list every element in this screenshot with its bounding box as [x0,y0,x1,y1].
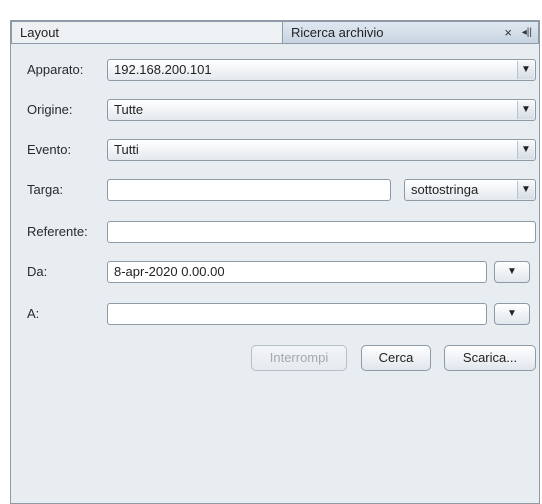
chevron-down-icon[interactable]: ▼ [517,101,534,119]
origine-combo[interactable]: Tutte ▼ [107,99,536,121]
evento-label: Evento: [27,142,72,157]
evento-value: Tutti [114,142,139,157]
chevron-down-icon[interactable]: ▼ [517,61,534,79]
scarica-button[interactable]: Scarica... [444,345,536,371]
apparato-combo[interactable]: 192.168.200.101 ▼ [107,59,536,81]
tab-layout-label: Layout [20,25,60,40]
targa-mode-value: sottostringa [411,182,479,197]
tab-layout[interactable]: Layout [11,21,283,44]
referente-label: Referente: [27,224,88,239]
a-label: A: [27,306,40,321]
tab-ricerca-label: Ricerca archivio [291,25,384,40]
a-input[interactable] [107,303,487,325]
targa-input[interactable] [107,179,391,201]
da-label: Da: [27,264,48,279]
origine-label: Origine: [27,102,73,117]
apparato-value: 192.168.200.101 [114,62,212,77]
tab-bar: Layout Ricerca archivio × ◂|| [11,21,539,45]
pin-icon[interactable]: ◂|| [522,22,532,44]
targa-mode-combo[interactable]: sottostringa ▼ [404,179,536,201]
referente-input[interactable] [107,221,536,243]
a-picker-button[interactable]: ▼ [494,303,530,325]
origine-value: Tutte [114,102,144,117]
tab-ricerca-archivio[interactable]: Ricerca archivio × ◂|| [282,21,539,44]
chevron-down-icon[interactable]: ▼ [517,181,534,199]
chevron-down-icon: ▼ [507,266,517,277]
chevron-down-icon: ▼ [507,308,517,319]
ricerca-archivio-panel: Layout Ricerca archivio × ◂|| Apparato: … [10,20,540,504]
close-icon[interactable]: × [504,22,512,44]
evento-combo[interactable]: Tutti ▼ [107,139,536,161]
da-picker-button[interactable]: ▼ [494,261,530,283]
apparato-label: Apparato: [27,62,84,77]
chevron-down-icon[interactable]: ▼ [517,141,534,159]
targa-label: Targa: [27,182,64,197]
interrompi-button[interactable]: Interrompi [251,345,347,371]
da-input[interactable]: 8-apr-2020 0.00.00 [107,261,487,283]
cerca-button[interactable]: Cerca [361,345,431,371]
